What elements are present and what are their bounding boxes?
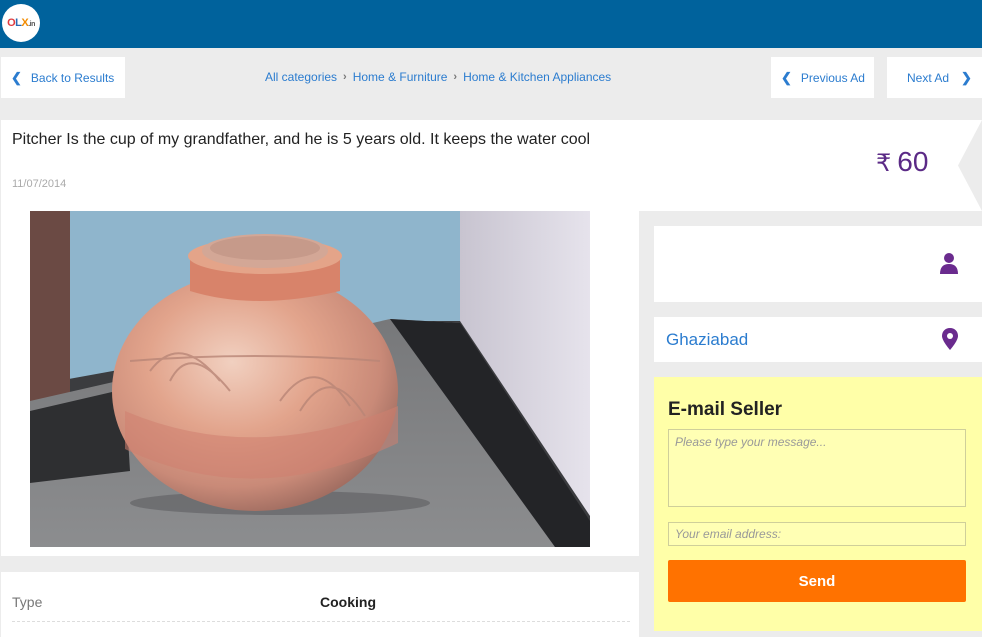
next-ad-button[interactable]: Next Ad ❯ [887,57,982,98]
chevron-left-icon: ❮ [781,69,792,85]
back-to-results-label: Back to Results [30,70,115,85]
breadcrumb-item-home-furniture[interactable]: Home & Furniture [353,70,448,84]
user-icon [939,252,959,274]
ad-price: ₹ 60 [876,146,928,178]
previous-ad-label: Previous Ad [800,70,865,85]
back-to-results-button[interactable]: ❮ Back to Results [1,57,125,98]
breadcrumb: All categories › Home & Furniture › Home… [265,70,611,84]
email-seller-title: E-mail Seller [668,399,783,420]
seller-location[interactable]: Ghaziabad [666,330,748,350]
map-pin-icon [942,328,958,350]
price-tag-arrow [958,120,982,211]
ad-photo-clay-pot[interactable] [30,211,590,547]
send-button[interactable]: Send [668,560,966,602]
olx-logo[interactable]: OLX.in [2,4,40,42]
top-header-bar: OLX.in [0,0,982,48]
divider [12,621,630,622]
next-ad-label: Next Ad [907,70,950,85]
detail-type-value: Cooking [320,594,376,610]
previous-ad-button[interactable]: ❮ Previous Ad [771,57,874,98]
breadcrumb-item-home-kitchen-appliances[interactable]: Home & Kitchen Appliances [463,70,611,84]
detail-type-label: Type [12,594,43,610]
seller-info-box [654,226,982,302]
chevron-right-icon: ❯ [961,69,972,85]
ad-date: 11/07/2014 [12,178,67,190]
message-field[interactable] [668,429,966,507]
rupee-symbol: ₹ [876,150,892,177]
email-address-field[interactable] [668,522,966,546]
price-value: 60 [897,146,929,177]
olx-logo-mark: OLX.in [7,17,35,29]
chevron-left-icon: ❮ [11,69,22,85]
ad-title: Pitcher Is the cup of my grandfather, an… [12,131,591,148]
chevron-right-icon: › [343,71,347,83]
chevron-right-icon: › [453,71,458,83]
breadcrumb-item-all-categories[interactable]: All categories [265,70,337,84]
